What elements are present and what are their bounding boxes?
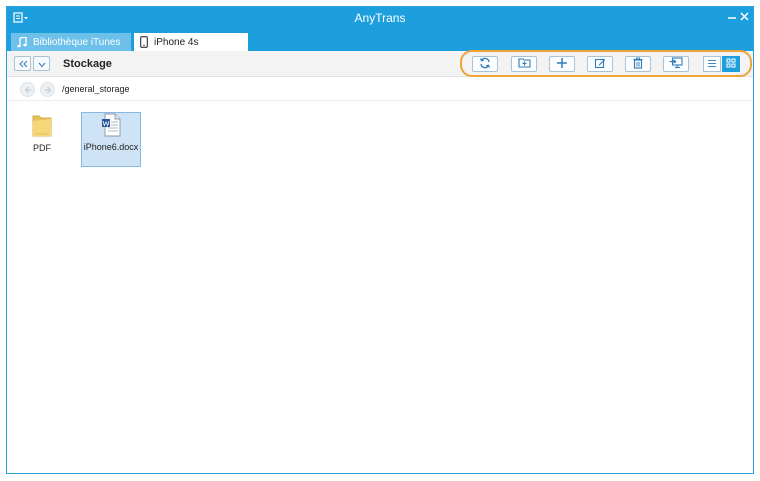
new-folder-icon xyxy=(517,57,531,71)
export-to-pc-icon xyxy=(669,56,683,72)
close-icon[interactable] xyxy=(738,10,752,24)
phone-icon xyxy=(140,36,148,48)
title-bar: AnyTrans xyxy=(7,7,753,29)
export-to-computer-button[interactable] xyxy=(663,56,689,72)
tab-label: iPhone 4s xyxy=(154,36,199,48)
file-name: PDF xyxy=(33,143,51,153)
tab-iphone[interactable]: iPhone 4s xyxy=(134,33,248,51)
new-folder-button[interactable] xyxy=(511,56,537,72)
collapse-sidebar-button[interactable] xyxy=(14,56,31,71)
grid-view-icon xyxy=(726,57,736,71)
file-name: iPhone6.docx xyxy=(83,142,139,152)
plus-icon xyxy=(556,57,568,72)
folder-item-pdf[interactable]: PDF xyxy=(12,112,72,154)
path-bar: /general_storage xyxy=(7,77,753,101)
word-document-icon xyxy=(100,113,122,139)
arrow-left-icon xyxy=(24,83,32,97)
file-item-iphone6-docx[interactable]: iPhone6.docx xyxy=(81,112,141,167)
add-button[interactable] xyxy=(549,56,575,72)
back-button[interactable] xyxy=(20,82,35,97)
dropdown-button[interactable] xyxy=(33,56,50,71)
arrow-right-icon xyxy=(44,83,52,97)
delete-button[interactable] xyxy=(625,56,651,72)
app-window: AnyTrans Bibliothèque iTunes iPhone 4s S… xyxy=(6,6,754,474)
list-view-icon xyxy=(707,57,717,71)
minimize-icon[interactable] xyxy=(725,10,739,24)
file-browser: PDF iPhone6.docx xyxy=(7,102,753,473)
current-path: /general_storage xyxy=(62,84,130,94)
toolbar: Stockage xyxy=(7,50,753,77)
device-tabs: Bibliothèque iTunes iPhone 4s xyxy=(7,29,753,51)
edit-button[interactable] xyxy=(587,56,613,72)
double-chevron-left-icon xyxy=(18,57,28,71)
grid-view-button[interactable] xyxy=(722,56,740,72)
list-view-button[interactable] xyxy=(703,56,721,72)
tab-label: Bibliothèque iTunes xyxy=(33,36,121,48)
trash-icon xyxy=(632,57,644,72)
section-title: Stockage xyxy=(63,58,112,70)
music-note-icon xyxy=(17,36,27,48)
forward-button[interactable] xyxy=(40,82,55,97)
folder-icon xyxy=(31,115,53,140)
window-title: AnyTrans xyxy=(354,11,406,25)
refresh-button[interactable] xyxy=(472,56,498,72)
chevron-down-icon xyxy=(38,57,46,71)
tab-itunes-library[interactable]: Bibliothèque iTunes xyxy=(11,33,131,51)
edit-icon xyxy=(594,57,606,72)
refresh-icon xyxy=(479,57,491,72)
